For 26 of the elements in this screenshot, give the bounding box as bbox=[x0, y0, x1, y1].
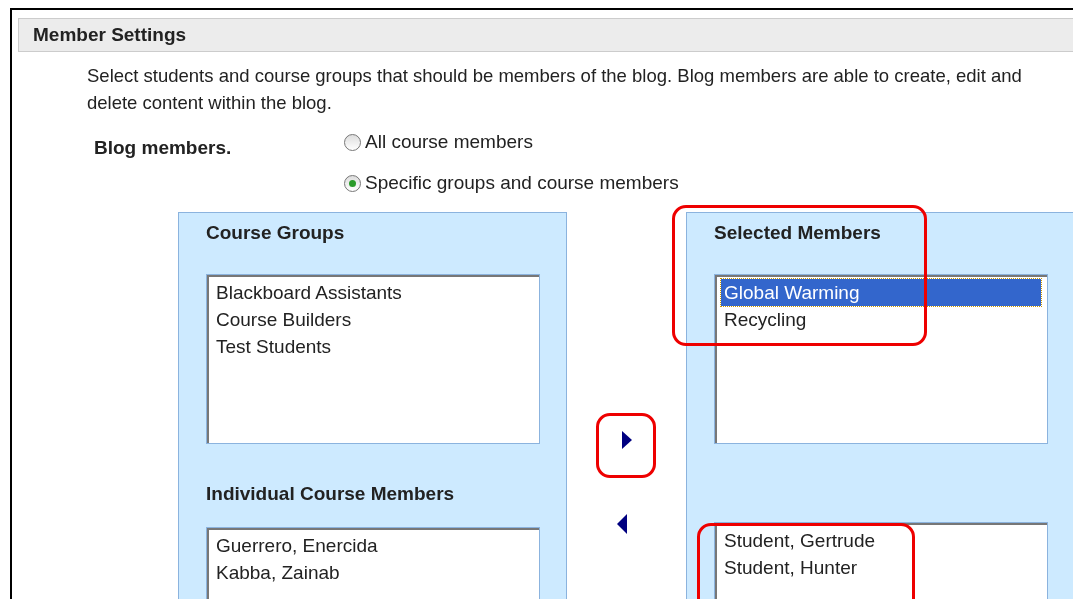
option-label[interactable]: Specific groups and course members bbox=[365, 169, 679, 198]
list-item[interactable]: Test Students bbox=[213, 333, 533, 360]
panel-title: Course Groups bbox=[206, 221, 346, 245]
list-item[interactable]: Global Warming bbox=[721, 279, 1041, 306]
radio-button[interactable] bbox=[344, 175, 361, 192]
option-label[interactable]: All course members bbox=[365, 128, 533, 157]
list-item[interactable]: Blackboard Assistants bbox=[213, 279, 533, 306]
list-item[interactable]: Student, Hunter bbox=[721, 554, 1041, 581]
left-arrow-icon[interactable] bbox=[615, 513, 628, 535]
section-title: Member Settings bbox=[18, 18, 1073, 52]
list-box[interactable]: Student, Gertrude Student, Hunter bbox=[714, 522, 1048, 599]
list-box[interactable]: Global Warming Recycling bbox=[714, 274, 1048, 444]
right-arrow-icon[interactable] bbox=[620, 430, 633, 450]
radio-button[interactable] bbox=[344, 134, 361, 151]
list-item[interactable]: Guerrero, Enercida bbox=[213, 532, 533, 559]
field-label: Blog members. bbox=[93, 136, 233, 160]
list-item[interactable]: Kabba, Zainab bbox=[213, 559, 533, 586]
list-box[interactable]: Guerrero, Enercida Kabba, Zainab bbox=[206, 527, 540, 599]
list-item[interactable]: Recycling bbox=[721, 306, 1041, 333]
panel-title: Selected Members bbox=[714, 221, 882, 245]
list-box[interactable]: Blackboard Assistants Course Builders Test Students bbox=[206, 274, 540, 444]
list-item[interactable]: Student, Gertrude bbox=[721, 527, 1041, 554]
description-text: Select students and course groups that should be members of the blog. Blog members are able to create, edit and delete content within the blog. bbox=[87, 64, 1023, 115]
highlight-outline bbox=[596, 413, 656, 478]
panel-title: Individual Course Members bbox=[206, 482, 456, 506]
list-item[interactable]: Course Builders bbox=[213, 306, 533, 333]
